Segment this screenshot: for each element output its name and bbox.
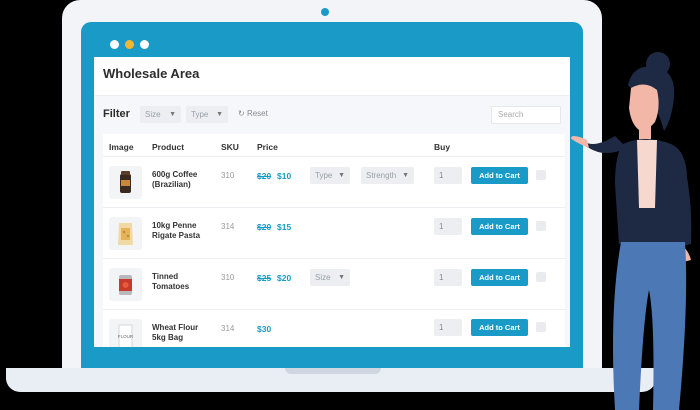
webcam-icon — [321, 8, 329, 16]
presenter-illustration — [571, 52, 692, 410]
column-header-image: Image — [109, 142, 134, 152]
flour-label: FLOUR — [118, 334, 134, 339]
wholesale-app: Wholesale Area Filter Size ▼ Type ▼ ↻ Re… — [94, 57, 570, 347]
column-header-sku: SKU — [221, 142, 239, 152]
add-to-cart-button[interactable]: Add to Cart — [471, 269, 528, 286]
quantity-input[interactable]: 1 — [434, 269, 462, 286]
caret-down-icon: ▼ — [338, 172, 345, 179]
sale-price: $10 — [277, 171, 292, 181]
table-row: FLOUR Wheat Flour 5kg Bag 314 $30 1 Add … — [103, 309, 565, 347]
original-price: $20 — [257, 171, 272, 181]
sale-price: $20 — [277, 273, 292, 283]
product-name: Wheat Flour 5kg Bag — [152, 323, 199, 342]
page-title: Wholesale Area — [103, 66, 200, 81]
strength-option-value: Strength — [366, 171, 397, 180]
original-price: $20 — [257, 222, 272, 232]
size-filter-select[interactable]: Size ▼ — [140, 106, 181, 123]
tomato-can-icon — [109, 268, 142, 301]
size-option-select[interactable]: Size ▼ — [310, 269, 350, 286]
column-header-price: Price — [257, 142, 278, 152]
window-maximize-dot[interactable] — [140, 40, 149, 49]
size-option-value: Size — [315, 273, 331, 282]
sale-price: $15 — [277, 222, 292, 232]
reset-label: Reset — [246, 109, 268, 118]
type-option-value: Type — [315, 171, 333, 180]
app-header: Wholesale Area — [94, 57, 570, 96]
original-price: $25 — [257, 273, 272, 283]
quantity-input[interactable]: 1 — [434, 167, 462, 184]
type-option-select[interactable]: Type ▼ — [310, 167, 350, 184]
table-row: Tinned Tomatoes 310 $25 $20 Size ▼ 1 Add… — [103, 258, 565, 310]
product-sku: 310 — [221, 171, 235, 180]
flour-bag-icon: FLOUR — [109, 319, 142, 347]
type-filter-value: Type — [191, 110, 209, 119]
quantity-input[interactable]: 1 — [434, 319, 462, 336]
table-row: 10kg Penne Rigate Pasta 314 $20 $15 1 Ad… — [103, 207, 565, 259]
table-row: 600g Coffee (Brazilian) 310 $20 $10 Type… — [103, 156, 565, 208]
add-to-cart-button[interactable]: Add to Cart — [471, 167, 528, 184]
pasta-bag-icon — [109, 217, 142, 250]
window-minimize-dot[interactable] — [125, 40, 134, 49]
caret-down-icon: ▼ — [216, 111, 223, 118]
caret-down-icon: ▼ — [169, 111, 176, 118]
window-titlebar — [94, 34, 570, 56]
sale-price: $30 — [257, 324, 272, 334]
product-name: 600g Coffee (Brazilian) — [152, 170, 198, 189]
laptop-base-notch — [285, 368, 381, 374]
reset-icon: ↻ — [238, 109, 245, 118]
reset-button[interactable]: ↻ Reset — [238, 109, 268, 118]
add-to-cart-button[interactable]: Add to Cart — [471, 218, 528, 235]
caret-down-icon: ▼ — [338, 274, 345, 281]
column-header-product: Product — [152, 142, 185, 152]
product-sku: 314 — [221, 324, 235, 333]
quantity-input[interactable]: 1 — [434, 218, 462, 235]
type-filter-select[interactable]: Type ▼ — [186, 106, 228, 123]
column-header-buy: Buy — [434, 142, 451, 152]
size-filter-value: Size — [145, 110, 161, 119]
product-name: 10kg Penne Rigate Pasta — [152, 221, 201, 240]
product-table: Image Product SKU Price Buy 600g Coffee … — [103, 134, 565, 347]
caret-down-icon: ▼ — [402, 172, 409, 179]
product-name: Tinned Tomatoes — [152, 272, 190, 291]
filter-label: Filter — [103, 108, 130, 120]
window-close-dot[interactable] — [110, 40, 119, 49]
add-to-cart-button[interactable]: Add to Cart — [471, 319, 528, 336]
coffee-jar-icon — [109, 166, 142, 199]
strength-option-select[interactable]: Strength ▼ — [361, 167, 414, 184]
product-sku: 314 — [221, 222, 235, 231]
product-sku: 310 — [221, 273, 235, 282]
